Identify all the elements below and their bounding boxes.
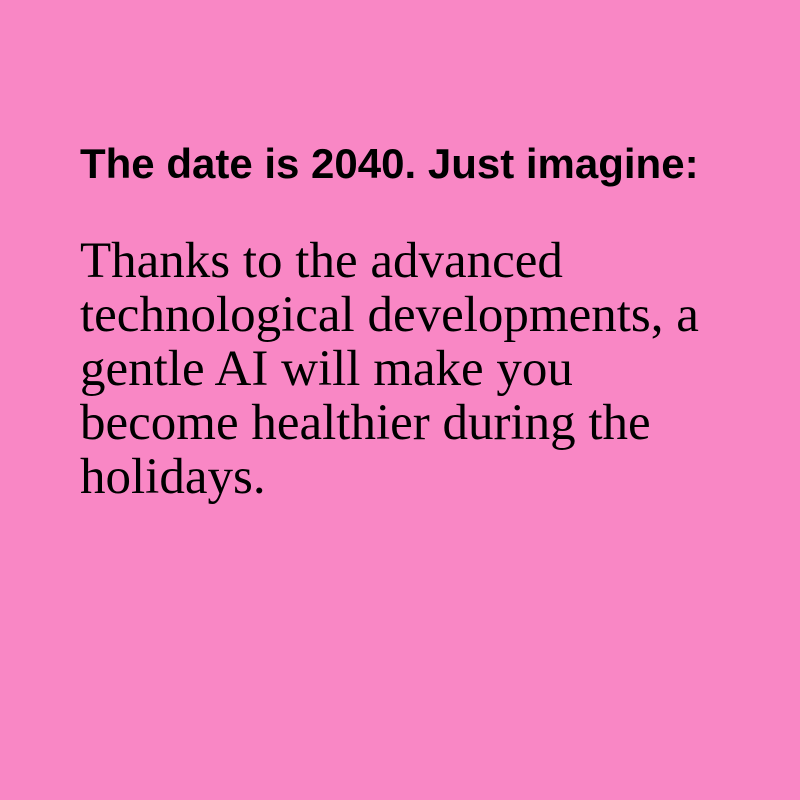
headline: The date is 2040. Just imagine: — [80, 140, 699, 187]
text-card: The date is 2040. Just imagine: Thanks t… — [80, 140, 700, 504]
body-text: Thanks to the advanced technological dev… — [80, 233, 699, 505]
